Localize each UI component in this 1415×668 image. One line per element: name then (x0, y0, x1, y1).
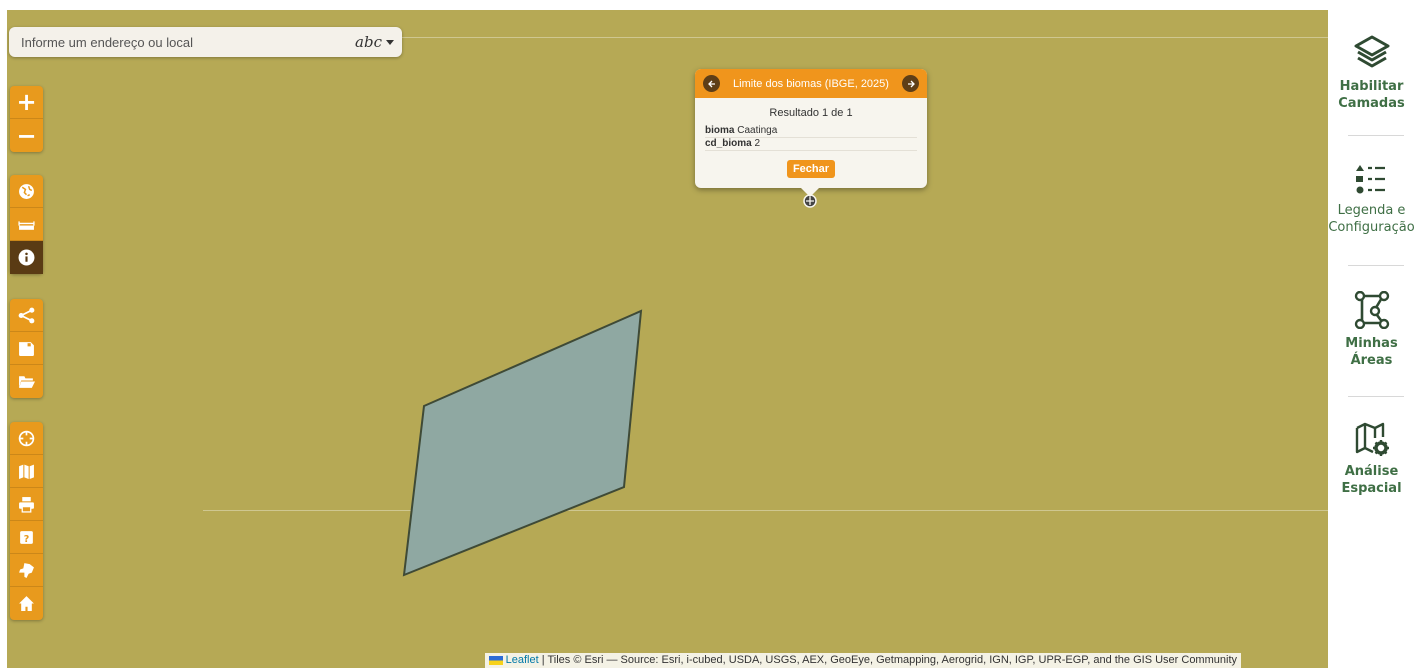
region-shape-icon (19, 562, 34, 578)
measure-button[interactable] (10, 208, 43, 241)
zoom-in-button[interactable]: + (10, 86, 43, 119)
search-input[interactable] (9, 27, 356, 57)
search-mode-dropdown[interactable]: abc (355, 33, 402, 51)
feature-info-popup: Limite dos biomas (IBGE, 2025) Resultado… (695, 69, 927, 197)
map-attribution: Leaflet | Tiles © Esri — Source: Esri, i… (484, 653, 1241, 668)
legend-settings-label-line2: Configuração (1328, 220, 1415, 235)
info-icon (18, 249, 35, 266)
legend-settings-label-line1: Legenda e (1337, 203, 1406, 218)
popup-close-button[interactable]: Fechar (786, 160, 836, 178)
enable-layers-label: Habilitar Camadas (1338, 78, 1404, 112)
bioma-polygon[interactable] (402, 309, 643, 577)
attribute-key: bioma (705, 125, 735, 136)
ruler-icon (18, 220, 35, 230)
attribute-key: cd_bioma (705, 138, 752, 149)
search-bar: abc (9, 27, 402, 57)
attribute-value: Caatinga (737, 125, 778, 136)
folder-open-icon (19, 376, 35, 388)
attribute-row: bioma Caatinga (705, 125, 917, 138)
popup-prev-button[interactable] (703, 75, 720, 92)
spatial-analysis-label: Análise Espacial (1341, 463, 1401, 497)
my-areas-label-line1: Minhas (1345, 336, 1398, 351)
printer-icon (19, 496, 34, 513)
zoom-out-label: − (16, 121, 37, 150)
chevron-down-icon (386, 39, 394, 45)
globe-icon (19, 183, 34, 199)
legend-settings-button[interactable]: Legenda e Configuração (1328, 162, 1415, 236)
zoom-control: + − (10, 86, 43, 152)
my-areas-label: Minhas Áreas (1345, 335, 1397, 369)
spatial-analysis-label-line1: Análise (1344, 464, 1399, 479)
arrow-left-icon (707, 80, 715, 87)
save-button[interactable] (10, 332, 43, 365)
popup-tip (801, 188, 819, 197)
arrow-right-icon (907, 80, 915, 87)
open-button[interactable] (10, 365, 43, 398)
enable-layers-label-line1: Habilitar (1339, 79, 1404, 94)
polygon-draw-icon (1354, 291, 1389, 329)
share-button[interactable] (10, 299, 43, 332)
spatial-analysis-button[interactable]: Análise Espacial (1328, 421, 1415, 497)
zoom-out-button[interactable]: − (10, 119, 43, 152)
popup-header: Limite dos biomas (IBGE, 2025) (695, 69, 927, 98)
popup-title: Limite dos biomas (IBGE, 2025) (733, 77, 889, 90)
my-areas-button[interactable]: Minhas Áreas (1328, 291, 1415, 369)
misc-tools-group: ? (10, 422, 43, 620)
map-gear-icon (1355, 422, 1389, 456)
search-mode-label: abc (355, 33, 382, 51)
map-tools-group (10, 175, 43, 274)
locate-button[interactable] (10, 422, 43, 455)
crosshair-icon (18, 430, 35, 446)
floppy-disk-icon (19, 341, 34, 356)
enable-layers-label-line2: Camadas (1338, 96, 1405, 111)
home-button[interactable] (10, 587, 43, 620)
sidebar-divider (1348, 396, 1404, 397)
spatial-analysis-label-line2: Espacial (1341, 481, 1402, 496)
popup-result-count: Resultado 1 de 1 (769, 107, 853, 119)
app-root: Leaflet | Tiles © Esri — Source: Esri, i… (0, 0, 1415, 668)
sidebar-divider (1348, 265, 1404, 266)
home-icon (19, 596, 34, 611)
layers-icon (1354, 35, 1389, 68)
legend-settings-label: Legenda e Configuração (1328, 202, 1414, 236)
share-icon (18, 307, 35, 323)
print-button[interactable] (10, 488, 43, 521)
file-tools-group (10, 299, 43, 398)
attribute-value: 2 (754, 138, 761, 149)
popup-next-button[interactable] (902, 75, 919, 92)
attribution-text: | Tiles © Esri — Source: Esri, i-cubed, … (541, 654, 1237, 666)
info-button[interactable] (10, 241, 43, 274)
help-button[interactable]: ? (10, 521, 43, 554)
zoom-in-label: + (16, 88, 37, 116)
legend-list-icon (1355, 165, 1385, 194)
basemap-button[interactable] (10, 455, 43, 488)
bioma-polygon-layer (402, 194, 817, 577)
map-icon (19, 464, 34, 479)
map-canvas[interactable]: Leaflet | Tiles © Esri — Source: Esri, i… (7, 10, 1328, 668)
svg-text:?: ? (24, 533, 30, 544)
ukraine-flag-icon (488, 655, 503, 665)
globe-button[interactable] (10, 175, 43, 208)
leaflet-link[interactable]: Leaflet (506, 654, 539, 666)
state-boundary-button[interactable] (10, 554, 43, 587)
enable-layers-button[interactable]: Habilitar Camadas (1328, 32, 1415, 112)
right-sidebar: Habilitar Camadas Legenda e Configuração (1328, 0, 1415, 668)
help-icon: ? (20, 530, 33, 544)
attribute-row: cd_bioma 2 (705, 138, 917, 151)
my-areas-label-line2: Áreas (1350, 353, 1393, 368)
sidebar-divider (1348, 135, 1404, 136)
